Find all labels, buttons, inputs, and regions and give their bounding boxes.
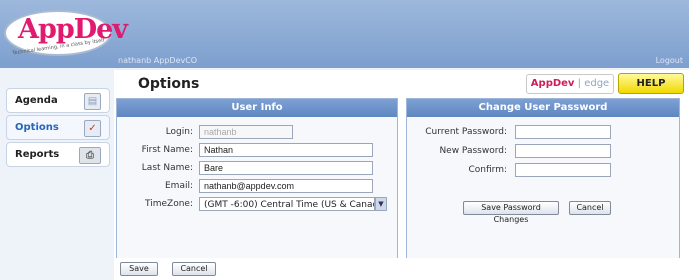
printer-icon: ⎙: [79, 147, 101, 164]
email-field[interactable]: [199, 179, 373, 193]
user-info-header: User Info: [117, 99, 397, 117]
appdev-logo[interactable]: AppDev Technical learning, in a class by…: [4, 10, 128, 56]
sidebar-item-agenda[interactable]: Agenda ▤: [6, 88, 110, 113]
chevron-down-icon[interactable]: ▼: [375, 197, 387, 211]
last-name-field[interactable]: [199, 161, 373, 175]
cancel-password-button[interactable]: Cancel: [569, 201, 611, 215]
current-password-row: Current Password:: [407, 125, 611, 139]
sidebar: Agenda ▤ Options ✓ Reports ⎙: [6, 88, 110, 169]
last-name-row: Last Name:: [117, 161, 373, 175]
sidebar-item-label: Reports: [15, 149, 60, 160]
change-password-header: Change User Password: [407, 99, 679, 117]
sidebar-item-options[interactable]: Options ✓: [6, 115, 110, 140]
timezone-value: (GMT -6:00) Central Time (US & Canada): [199, 197, 375, 211]
cancel-button[interactable]: Cancel: [172, 262, 216, 276]
first-name-label: First Name:: [141, 145, 193, 155]
confirm-password-field[interactable]: [515, 163, 611, 177]
logo-text: AppDev: [18, 14, 128, 45]
new-password-field[interactable]: [515, 144, 611, 158]
save-button[interactable]: Save: [120, 262, 158, 276]
login-label: Login:: [165, 127, 193, 137]
brand-appdev: AppDev: [530, 78, 575, 89]
options-icon: ✓: [84, 120, 101, 137]
timezone-row: TimeZone: (GMT -6:00) Central Time (US &…: [117, 197, 387, 211]
first-name-field[interactable]: [199, 143, 373, 157]
last-name-label: Last Name:: [141, 163, 193, 173]
footer-bar: Save Cancel: [114, 258, 689, 280]
sidebar-item-label: Options: [15, 122, 59, 133]
first-name-row: First Name:: [117, 143, 373, 157]
current-password-label: Current Password:: [425, 127, 507, 137]
save-password-button[interactable]: Save Password Changes: [463, 201, 559, 224]
confirm-label: Confirm:: [468, 165, 507, 175]
email-label: Email:: [164, 181, 193, 191]
timezone-label: TimeZone:: [145, 199, 193, 209]
main-content: Options AppDev | edge HELP User Info Log…: [114, 70, 689, 280]
agenda-icon: ▤: [84, 93, 101, 110]
appdev-edge-logo[interactable]: AppDev | edge: [526, 74, 614, 94]
logout-link[interactable]: Logout: [656, 56, 683, 65]
user-info-panel: User Info Login: First Name: Last Name: …: [116, 98, 398, 260]
user-line: nathanb AppDevCO: [118, 56, 198, 65]
timezone-select[interactable]: (GMT -6:00) Central Time (US & Canada) ▼: [199, 197, 387, 211]
sidebar-item-reports[interactable]: Reports ⎙: [6, 142, 110, 167]
current-password-field[interactable]: [515, 125, 611, 139]
new-password-row: New Password:: [407, 144, 611, 158]
email-row: Email:: [117, 179, 373, 193]
confirm-password-row: Confirm:: [407, 163, 611, 177]
page-title: Options: [138, 76, 200, 92]
brand-separator: |: [574, 78, 585, 89]
change-password-panel: Change User Password Current Password: N…: [406, 98, 680, 260]
help-button[interactable]: HELP: [618, 73, 684, 94]
sidebar-item-label: Agenda: [15, 95, 58, 106]
login-field: [199, 125, 293, 139]
login-row: Login:: [117, 125, 293, 139]
new-password-label: New Password:: [439, 146, 507, 156]
brand-edge: edge: [584, 78, 610, 89]
